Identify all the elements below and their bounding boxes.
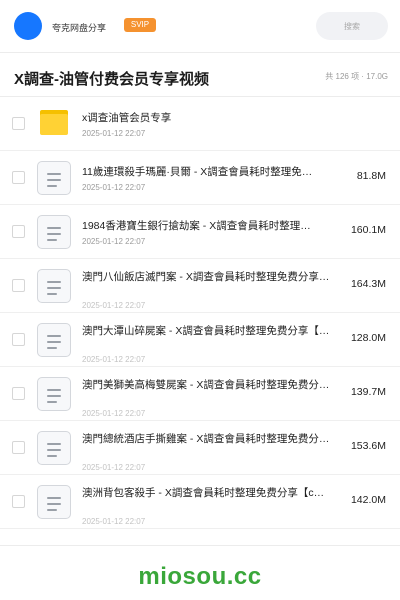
file-name: 11歲連環殺手瑪麗·貝爾 - X調查會員耗时整理免… bbox=[82, 166, 313, 178]
document-icon bbox=[37, 485, 71, 519]
document-icon bbox=[37, 161, 71, 195]
file-size: 160.1M bbox=[350, 224, 386, 236]
file-size: 81.8M bbox=[356, 170, 386, 182]
item-summary: 共 126 项 · 17.0G bbox=[325, 72, 388, 81]
file-name: 澳門八仙飯店滅門案 - X調查會員耗时整理免费分享… bbox=[82, 271, 330, 283]
file-size: 139.7M bbox=[350, 386, 386, 398]
file-date: 2025-01-12 22:07 bbox=[82, 129, 146, 138]
file-row[interactable]: 1984香港寶生銀行搶劫案 - X調查會員耗时整理… 2025-01-12 22… bbox=[0, 205, 400, 259]
file-size: 164.3M bbox=[350, 278, 386, 290]
document-icon bbox=[37, 431, 71, 465]
file-size: 142.0M bbox=[350, 494, 386, 506]
document-icon bbox=[37, 323, 71, 357]
row-checkbox[interactable] bbox=[12, 333, 25, 346]
avatar[interactable] bbox=[14, 12, 42, 40]
row-checkbox[interactable] bbox=[12, 279, 25, 292]
file-row[interactable]: 2025-01-12 22:07 澳門美獅美高梅雙屍案 - X調查會員耗时整理免… bbox=[0, 367, 400, 421]
row-checkbox[interactable] bbox=[12, 387, 25, 400]
file-date: 2025-01-12 22:07 bbox=[82, 183, 146, 192]
file-size: 128.0M bbox=[350, 332, 386, 344]
file-date: 2025-01-12 22:07 bbox=[82, 463, 146, 472]
row-checkbox[interactable] bbox=[12, 225, 25, 238]
file-date: 2025-01-12 22:07 bbox=[82, 409, 146, 418]
footer-divider bbox=[0, 545, 400, 546]
svip-badge: SVIP bbox=[124, 18, 156, 32]
file-row[interactable]: 2025-01-12 22:07 澳門大潭山碎屍案 - X調查會員耗时整理免费分… bbox=[0, 313, 400, 367]
document-icon bbox=[37, 377, 71, 411]
row-checkbox[interactable] bbox=[12, 495, 25, 508]
file-date: 2025-01-12 22:07 bbox=[82, 237, 146, 246]
file-name: 澳門美獅美高梅雙屍案 - X調查會員耗时整理免费分… bbox=[82, 379, 330, 391]
row-checkbox[interactable] bbox=[12, 117, 25, 130]
top-bar: 夸克网盘分享 SVIP bbox=[0, 0, 400, 52]
header-divider bbox=[0, 52, 400, 53]
file-date: 2025-01-12 22:07 bbox=[82, 301, 146, 310]
file-name: 澳門總統酒店手撕雞案 - X調查會員耗时整理免费分… bbox=[82, 433, 330, 445]
row-checkbox[interactable] bbox=[12, 171, 25, 184]
file-row[interactable]: 2025-01-12 22:07 澳門八仙飯店滅門案 - X調查會員耗时整理免费… bbox=[0, 259, 400, 313]
file-row[interactable]: x调查油管会员专享 2025-01-12 22:07 bbox=[0, 97, 400, 151]
footer: miosou.cc bbox=[0, 545, 400, 600]
file-size: 153.6M bbox=[350, 440, 386, 452]
file-date: 2025-01-12 22:07 bbox=[82, 355, 146, 364]
document-icon bbox=[37, 269, 71, 303]
file-name: x调查油管会员专享 bbox=[82, 112, 172, 124]
document-icon bbox=[37, 215, 71, 249]
file-name: 澳洲背包客殺手 - X調查會員耗时整理免费分享【c… bbox=[82, 487, 325, 499]
search-input[interactable] bbox=[316, 12, 388, 40]
file-list: x调查油管会员专享 2025-01-12 22:07 11歲連環殺手瑪麗·貝爾 … bbox=[0, 97, 400, 529]
app-name: 夸克网盘分享 bbox=[52, 23, 107, 33]
title-row: X調查-油管付费会员专享视频 共 126 项 · 17.0G bbox=[0, 62, 400, 92]
file-name: 澳門大潭山碎屍案 - X調查會員耗时整理免费分享【… bbox=[82, 325, 330, 337]
file-row[interactable]: 2025-01-12 22:07 澳門總統酒店手撕雞案 - X調查會員耗时整理免… bbox=[0, 421, 400, 475]
row-checkbox[interactable] bbox=[12, 441, 25, 454]
file-name: 1984香港寶生銀行搶劫案 - X調查會員耗时整理… bbox=[82, 220, 311, 232]
search-box[interactable] bbox=[316, 12, 388, 40]
site-watermark: miosou.cc bbox=[138, 563, 262, 590]
file-date: 2025-01-12 22:07 bbox=[82, 517, 146, 526]
file-row[interactable]: 11歲連環殺手瑪麗·貝爾 - X調查會員耗时整理免… 2025-01-12 22… bbox=[0, 151, 400, 205]
file-row[interactable]: 2025-01-12 22:07 澳洲背包客殺手 - X調查會員耗时整理免费分享… bbox=[0, 475, 400, 529]
folder-icon bbox=[37, 107, 71, 141]
page-title: X調查-油管付费会员专享视频 bbox=[14, 71, 210, 88]
